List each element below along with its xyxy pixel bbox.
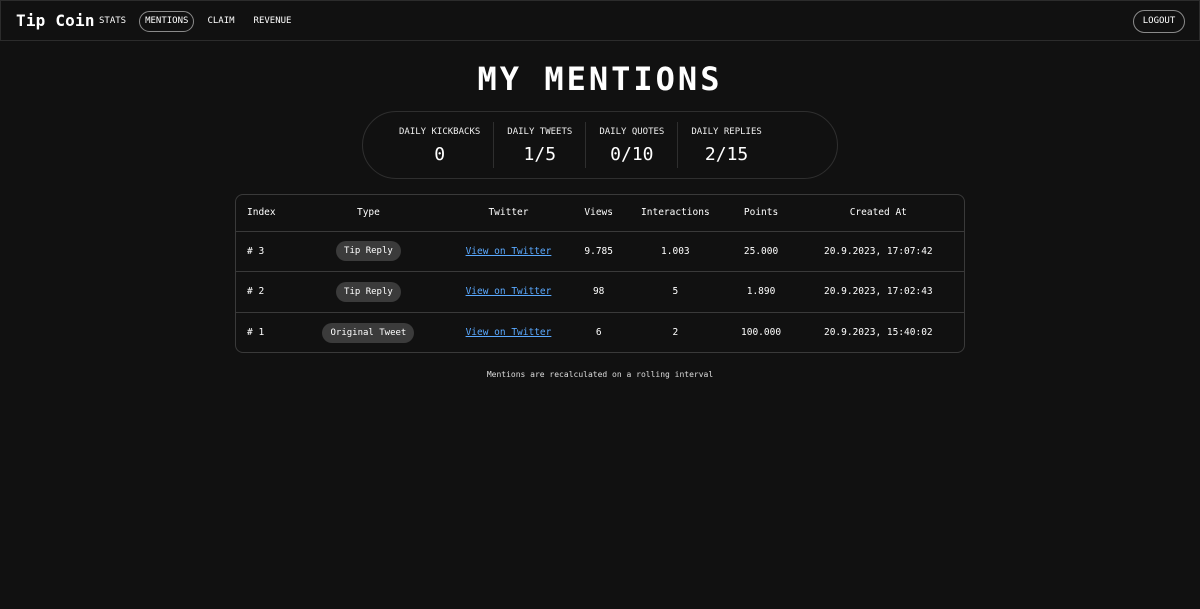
cell-twitter: View on Twitter <box>440 311 577 352</box>
cell-created-at: 20.9.2023, 17:02:43 <box>792 271 964 312</box>
column-header-points: Points <box>729 195 793 232</box>
table-row: # 2 Tip Reply View on Twitter 98 5 1.890… <box>236 271 964 312</box>
view-on-twitter-link[interactable]: View on Twitter <box>466 327 552 338</box>
table-row: # 1 Original Tweet View on Twitter 6 2 1… <box>236 311 964 352</box>
cell-points: 1.890 <box>729 271 793 312</box>
stat-daily-kickbacks: DAILY KICKBACKS 0 <box>386 122 493 168</box>
column-header-twitter: Twitter <box>440 195 577 232</box>
logout-button[interactable]: LOGOUT <box>1133 10 1185 33</box>
cell-points: 100.000 <box>729 311 793 352</box>
column-header-views: Views <box>576 195 622 232</box>
brand-logo[interactable]: Tip Coin <box>16 11 95 30</box>
mentions-table: Index Type Twitter Views Interactions Po… <box>235 194 965 353</box>
stat-daily-tweets: DAILY TWEETS 1/5 <box>493 122 585 168</box>
cell-created-at: 20.9.2023, 15:40:02 <box>792 311 964 352</box>
cell-interactions: 2 <box>621 311 730 352</box>
table-row: # 3 Tip Reply View on Twitter 9.785 1.00… <box>236 231 964 272</box>
nav-stats[interactable]: STATS <box>93 11 132 32</box>
nav-revenue[interactable]: REVENUE <box>248 11 298 32</box>
type-badge: Tip Reply <box>336 281 401 302</box>
recalculation-note: Mentions are recalculated on a rolling i… <box>486 370 714 379</box>
cell-index: # 2 <box>236 271 296 312</box>
nav-mentions[interactable]: MENTIONS <box>139 11 195 32</box>
cell-created-at: 20.9.2023, 17:07:42 <box>823 245 933 257</box>
cell-points: 25.000 <box>743 245 779 257</box>
stat-label: DAILY TWEETS <box>507 127 573 137</box>
column-header-index: Index <box>236 195 296 232</box>
daily-stats-panel: DAILY KICKBACKS 0 DAILY TWEETS 1/5 DAILY… <box>362 111 838 179</box>
cell-interactions: 1.003 <box>661 245 690 257</box>
cell-views: 6 <box>576 311 622 352</box>
table-header-row: Index Type Twitter Views Interactions Po… <box>236 195 964 232</box>
navbar: Tip Coin STATS MENTIONS CLAIM REVENUE LO… <box>0 0 1200 41</box>
type-badge: Original Tweet <box>322 322 415 343</box>
stat-value: 0/10 <box>610 144 654 165</box>
cell-twitter: View on Twitter <box>441 231 576 272</box>
cell-views: 98 <box>576 271 622 312</box>
page-title: MY MENTIONS <box>477 60 723 98</box>
cell-type: Original Tweet <box>296 311 441 352</box>
stat-value: 2/15 <box>704 144 749 165</box>
column-header-type: Type <box>296 195 441 232</box>
stat-value: 1/5 <box>523 144 557 165</box>
stat-daily-quotes: DAILY QUOTES 0/10 <box>585 122 677 168</box>
stat-label: DAILY KICKBACKS <box>399 127 481 137</box>
cell-views: 9.785 <box>584 245 613 257</box>
view-on-twitter-link[interactable]: View on Twitter <box>466 286 552 297</box>
type-badge: Tip Reply <box>336 241 401 262</box>
nav-links: STATS MENTIONS CLAIM REVENUE <box>93 11 304 32</box>
cell-index: # 1 <box>236 311 296 352</box>
column-header-created-at: Created At <box>792 195 964 232</box>
stat-label: DAILY QUOTES <box>599 127 665 137</box>
cell-type: Tip Reply <box>296 271 441 312</box>
view-on-twitter-link[interactable]: View on Twitter <box>466 246 552 257</box>
stat-label: DAILY REPLIES <box>691 127 762 137</box>
column-header-interactions: Interactions <box>621 195 730 232</box>
cell-index: # 3 <box>247 245 265 257</box>
nav-claim[interactable]: CLAIM <box>201 11 240 32</box>
stat-value: 0 <box>434 144 446 165</box>
cell-type: Tip Reply <box>296 231 441 272</box>
cell-twitter: View on Twitter <box>440 271 577 312</box>
cell-interactions: 5 <box>621 271 730 312</box>
stat-daily-replies: DAILY REPLIES 2/15 <box>677 122 774 168</box>
